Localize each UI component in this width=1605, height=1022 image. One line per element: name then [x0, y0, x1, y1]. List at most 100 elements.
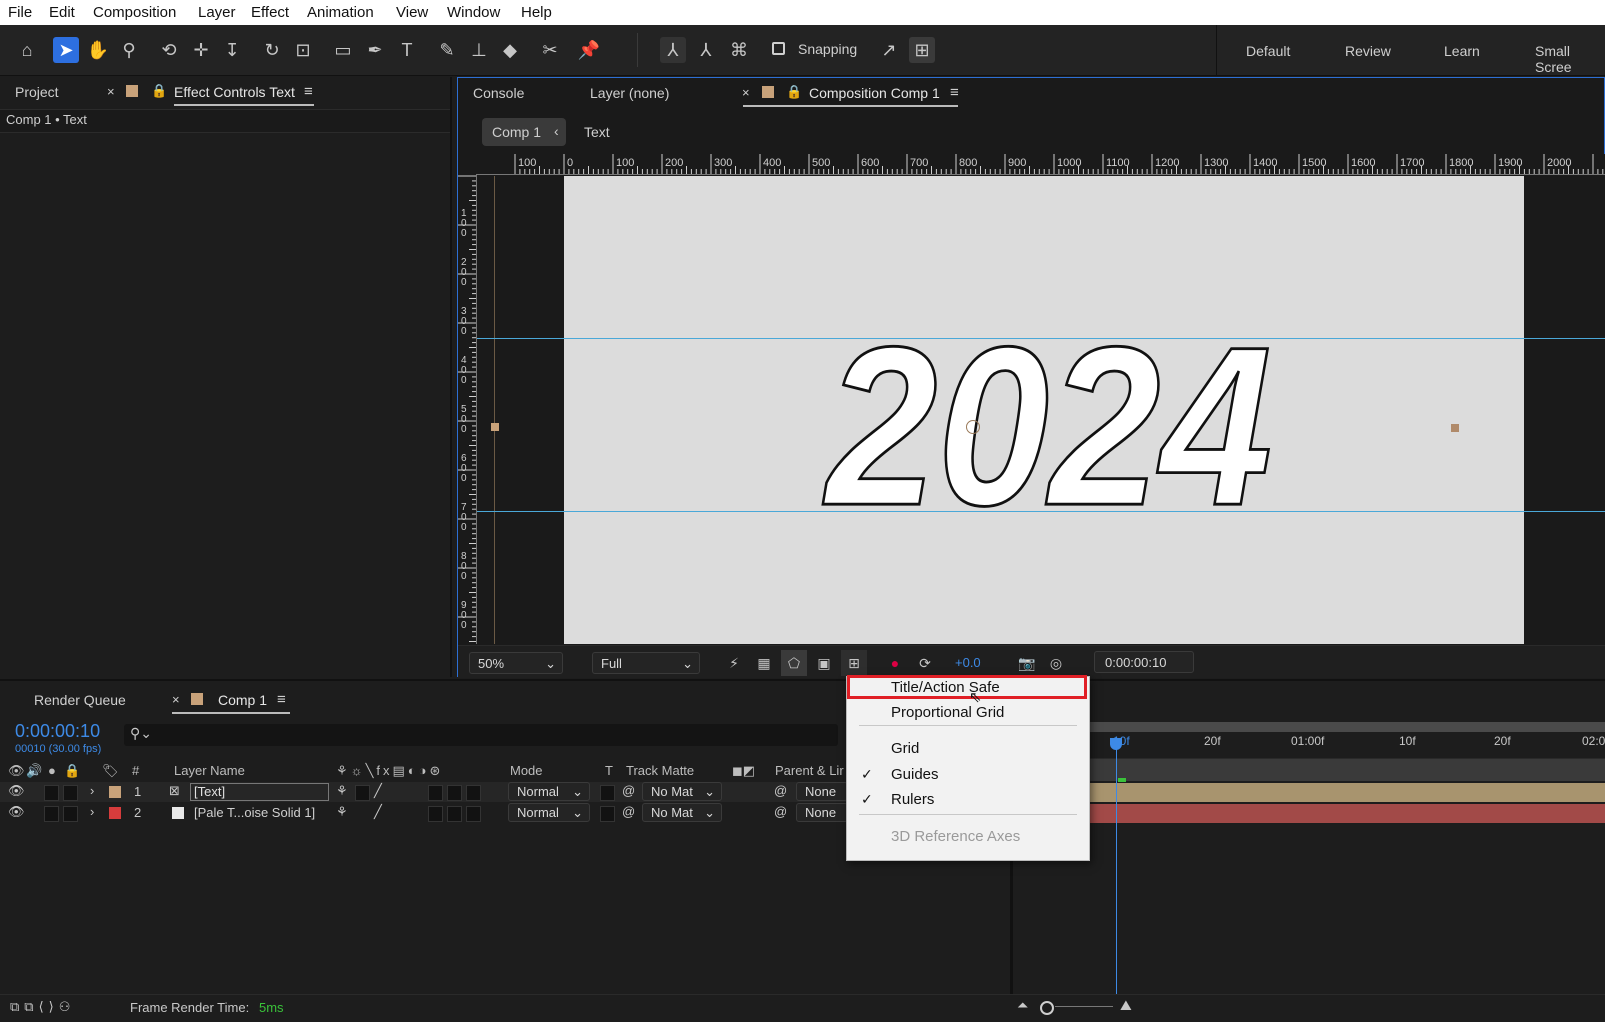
menu-item-rulers[interactable]: Rulers — [891, 791, 934, 808]
column-parent[interactable]: Parent & Lir — [775, 763, 844, 778]
workspace-learn[interactable]: Learn — [1444, 43, 1480, 59]
orbit-camera-icon[interactable]: ⟲ — [156, 37, 182, 63]
preserve-transparency-toggle[interactable] — [600, 806, 615, 822]
timeline-timecode[interactable]: 0:00:00:10 — [15, 721, 100, 742]
menu-view[interactable]: View — [396, 4, 428, 21]
lock-toggle[interactable] — [63, 785, 78, 801]
zoom-slider-handle[interactable] — [1040, 1001, 1054, 1015]
layer-label-color[interactable] — [109, 786, 121, 798]
anchor-point-tool-icon[interactable]: ⊡ — [290, 37, 316, 63]
tab-project[interactable]: Project — [15, 84, 59, 100]
menu-file[interactable]: File — [8, 4, 32, 21]
pan-camera-icon[interactable]: ✛ — [188, 37, 214, 63]
pen-tool-icon[interactable]: ✒ — [362, 37, 388, 63]
viewer-timecode[interactable]: 0:00:00:10 — [1094, 651, 1194, 673]
comp-text-layer[interactable]: 2024 — [820, 318, 1280, 538]
close-icon[interactable]: × — [107, 84, 115, 99]
switch-box[interactable] — [428, 785, 443, 801]
layer-label-color[interactable] — [109, 807, 121, 819]
solid-layer-bar[interactable] — [1013, 804, 1605, 823]
grid-guides-options-icon[interactable]: ⊞ — [841, 650, 867, 676]
selection-tool-icon[interactable]: ➤ — [53, 37, 79, 63]
local-axis-icon[interactable]: ⅄ — [660, 37, 686, 63]
snapping-checkbox[interactable] — [772, 42, 785, 55]
menu-item-grid[interactable]: Grid — [891, 740, 919, 757]
parent-select[interactable]: None — [796, 803, 848, 822]
tab-composition[interactable]: Composition Comp 1 — [809, 85, 940, 101]
tab-comp[interactable]: Comp 1 — [218, 692, 267, 708]
tab-render-queue[interactable]: Render Queue — [34, 692, 126, 708]
switch-box[interactable] — [428, 806, 443, 822]
expand-chevron-icon[interactable]: › — [90, 783, 94, 798]
column-layer-name[interactable]: Layer Name — [174, 763, 245, 778]
preserve-transparency-toggle[interactable] — [600, 785, 615, 801]
color-management-icon[interactable]: ⟳ — [912, 650, 938, 676]
view-axis-icon[interactable]: ⌘ — [726, 37, 752, 63]
playhead-icon[interactable] — [1110, 738, 1122, 750]
column-track-matte[interactable]: Track Matte — [626, 763, 694, 778]
resolution-select[interactable]: Full ⌄ — [592, 652, 700, 674]
snapshot-camera-icon[interactable]: 📷 — [1014, 650, 1040, 676]
brush-tool-icon[interactable]: ✎ — [434, 37, 460, 63]
lock-icon[interactable]: 🔒 — [786, 84, 802, 100]
audio-toggle[interactable] — [44, 806, 59, 822]
workspace-review[interactable]: Review — [1345, 43, 1391, 59]
zoom-tool-icon[interactable]: ⚲ — [116, 37, 142, 63]
menu-effect[interactable]: Effect — [251, 4, 289, 21]
switch-box[interactable] — [355, 785, 370, 801]
quality-icon[interactable]: ╱ — [374, 783, 382, 799]
matte-pickwhip-icon[interactable]: @ — [622, 783, 635, 798]
type-tool-icon[interactable]: T — [394, 37, 420, 63]
track-matte-select[interactable]: No Mat ⌄ — [642, 782, 722, 801]
region-of-interest-icon[interactable]: ▣ — [811, 650, 837, 676]
magnification-select[interactable]: 50% ⌄ — [469, 652, 563, 674]
switch-box[interactable] — [447, 785, 462, 801]
menu-item-guides[interactable]: Guides — [891, 766, 939, 783]
comp-nav-text-label[interactable]: Text — [584, 124, 610, 140]
panel-menu-icon[interactable]: ≡ — [304, 83, 313, 100]
rectangle-tool-icon[interactable]: ▭ — [330, 37, 356, 63]
tab-console[interactable]: Console — [473, 85, 524, 101]
anchor-point-icon[interactable] — [966, 420, 980, 434]
clone-stamp-tool-icon[interactable]: ⊥ — [466, 37, 492, 63]
layer-handle[interactable] — [491, 423, 499, 431]
eraser-tool-icon[interactable]: ◆ — [497, 37, 523, 63]
menu-composition[interactable]: Composition — [93, 4, 176, 21]
show-snapshot-icon[interactable]: ◎ — [1043, 650, 1069, 676]
eye-icon[interactable]: 👁 — [8, 804, 25, 820]
lock-toggle[interactable] — [63, 806, 78, 822]
column-mode[interactable]: Mode — [510, 763, 543, 778]
eye-icon[interactable]: 👁 — [8, 783, 25, 799]
audio-toggle[interactable] — [44, 785, 59, 801]
blend-mode-select[interactable]: Normal ⌄ — [508, 803, 590, 822]
tab-effect-controls[interactable]: Effect Controls Text — [174, 84, 295, 100]
shy-icon[interactable]: ⚘ — [336, 783, 348, 799]
current-time-indicator[interactable] — [1116, 744, 1117, 994]
work-area-bar[interactable] — [1013, 722, 1605, 732]
quality-icon[interactable]: ╱ — [374, 804, 382, 820]
puppet-pin-tool-icon[interactable]: 📌 — [576, 37, 602, 63]
transparency-grid-icon[interactable]: ▦ — [751, 650, 777, 676]
workspace-small-screen[interactable]: Small Scree — [1535, 43, 1605, 75]
layer-name[interactable]: [Pale T...oise Solid 1] — [194, 805, 315, 820]
parent-pickwhip-icon[interactable]: @ — [774, 783, 787, 798]
text-layer-bar[interactable] — [1013, 783, 1605, 802]
workspace-default[interactable]: Default — [1246, 43, 1290, 59]
menu-window[interactable]: Window — [447, 4, 500, 21]
home-icon[interactable]: ⌂ — [14, 37, 40, 63]
switch-box[interactable] — [466, 806, 481, 822]
zoom-in-icon[interactable]: ⛰ — [1120, 997, 1132, 1014]
parent-pickwhip-icon[interactable]: @ — [774, 804, 787, 819]
track-matte-select[interactable]: No Mat ⌄ — [642, 803, 722, 822]
dolly-camera-icon[interactable]: ↧ — [219, 37, 245, 63]
menu-item-title-action-safe[interactable]: Title/Action Safe — [891, 679, 1000, 696]
close-icon[interactable]: × — [172, 692, 180, 707]
matte-pickwhip-icon[interactable]: @ — [622, 804, 635, 819]
layer-handle[interactable] — [1451, 424, 1459, 432]
world-axis-icon[interactable]: ⅄ — [693, 37, 719, 63]
shy-icon[interactable]: ⚘ — [336, 804, 348, 820]
hand-tool-icon[interactable]: ✋ — [85, 37, 111, 63]
switch-box[interactable] — [466, 785, 481, 801]
expand-chevron-icon[interactable]: › — [90, 804, 94, 819]
fast-previews-icon[interactable]: ⚡ — [721, 650, 747, 676]
